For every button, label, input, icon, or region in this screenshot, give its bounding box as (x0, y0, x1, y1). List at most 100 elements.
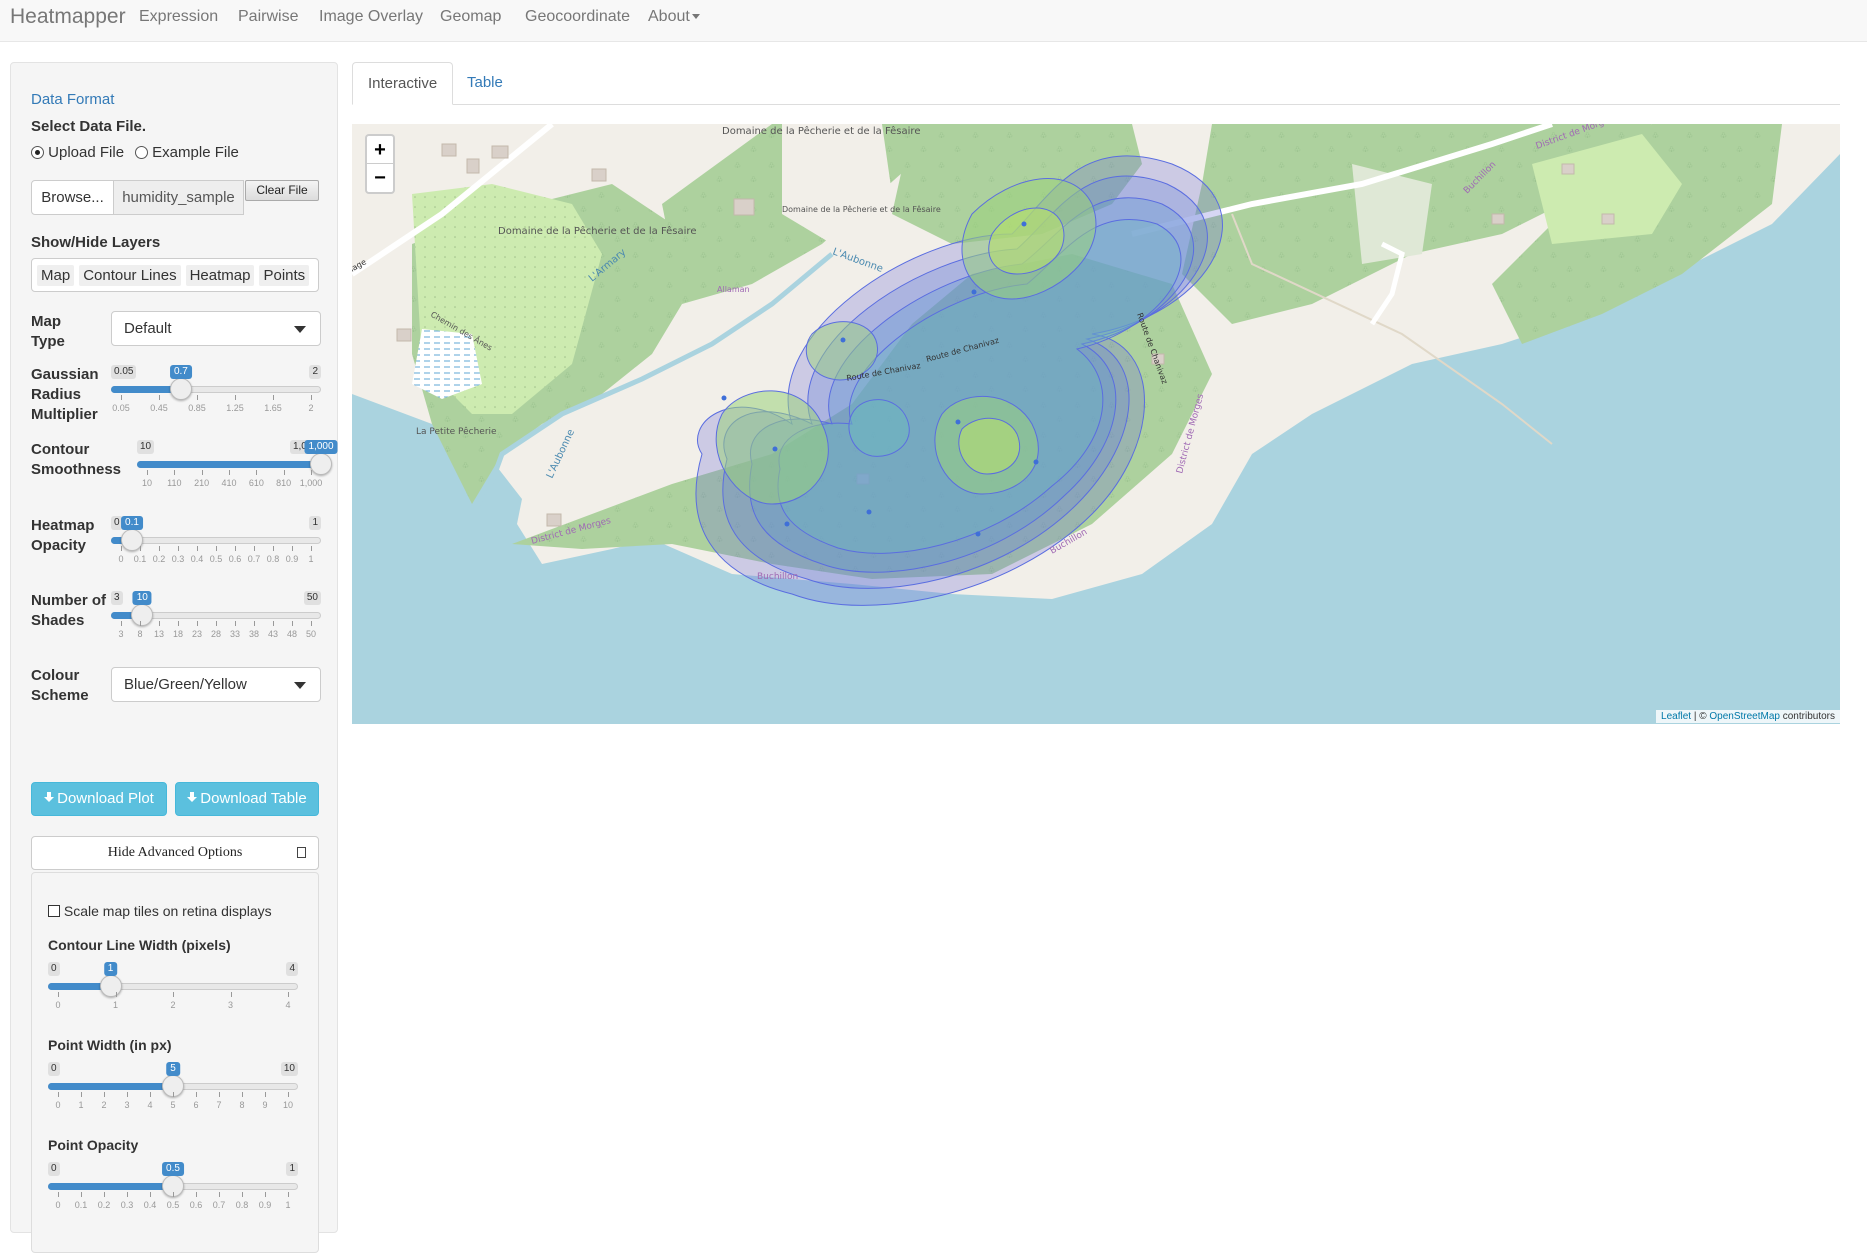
gaussian-slider[interactable]: 0.05 2 0.7 0.05 0.45 0.85 1.25 1.65 2 (111, 365, 321, 417)
slider-tick-label: 0.1 (74, 1200, 88, 1210)
nav-image-overlay[interactable]: Image Overlay (319, 8, 423, 26)
slider-tick (159, 395, 160, 400)
slider-tick-label: 1.25 (226, 403, 244, 413)
slider-tick-label: 50 (305, 629, 317, 639)
map-type-select[interactable]: Default (111, 311, 321, 346)
radio-checked-icon (31, 146, 44, 159)
slider-min-label: 0 (48, 1162, 60, 1176)
zoom-in-button[interactable]: + (367, 136, 393, 164)
slider-tick-label: 1 (78, 1100, 84, 1110)
point-opacity-slider[interactable]: 0 1 0.5 0 0.1 0.2 0.3 0.4 0.5 0.6 0.7 0.8 0.9 1 (48, 1162, 298, 1214)
browse-button[interactable]: Browse... (31, 180, 114, 215)
scale-tiles-checkbox[interactable]: Scale map tiles on retina displays (48, 903, 272, 919)
tab-table[interactable]: Table (452, 62, 518, 105)
line-width-label: Contour Line Width (pixels) (48, 937, 231, 953)
layer-chip-map[interactable]: Map (37, 265, 75, 286)
zoom-out-button[interactable]: − (367, 164, 393, 192)
map-view[interactable]: ♧ ♧ (352, 124, 1840, 724)
slider-tick-label: 1.65 (264, 403, 282, 413)
contour-smoothness-slider[interactable]: 101,0001,000101102104106108101,000 (137, 440, 338, 492)
nav-expression[interactable]: Expression (139, 8, 218, 26)
upload-file-radio[interactable]: Upload File (31, 144, 124, 161)
example-file-radio[interactable]: Example File (135, 144, 239, 161)
radio-unchecked-icon (135, 146, 148, 159)
slider-tick-label: 610 (248, 478, 264, 488)
slider-tick-label: 0.4 (143, 1200, 157, 1210)
slider-tick (265, 1092, 266, 1097)
colour-scheme-label: Colour Scheme (31, 667, 89, 704)
nav-pairwise[interactable]: Pairwise (238, 8, 298, 26)
slider-tick-label: 3 (118, 629, 124, 639)
heatmap-opacity-slider[interactable]: 0 1 0.1 0 0.1 0.2 0.3 0.4 0.5 0.6 0.7 0.8 0.9 1 (111, 516, 321, 568)
slider-tick-label: 18 (172, 629, 184, 639)
map-attribution: Leaflet | © OpenStreetMap contributors (1656, 710, 1840, 723)
layers-multiselect[interactable]: Map Contour Lines Heatmap Points (31, 258, 319, 292)
slider-tick (288, 1192, 289, 1197)
colour-scheme-select[interactable]: Blue/Green/Yellow (111, 667, 321, 702)
clear-file-button[interactable]: Clear File (245, 180, 319, 201)
slider-tick-label: 28 (210, 629, 222, 639)
nav-about-label: About (648, 8, 690, 25)
slider-value-label: 1,000 (304, 440, 338, 454)
line-width-slider[interactable]: 0 4 1 0 1 2 3 4 (48, 962, 298, 1014)
tab-interactive[interactable]: Interactive (352, 62, 454, 105)
slider-tick (196, 1092, 197, 1097)
slider-tick-label: 8 (137, 629, 143, 639)
leaflet-link[interactable]: Leaflet (1661, 711, 1691, 722)
slider-value-label: 5 (166, 1062, 180, 1076)
layer-chip-contour-lines[interactable]: Contour Lines (79, 265, 181, 286)
download-plot-button[interactable]: Download Plot (31, 782, 167, 816)
nav-geocoordinate[interactable]: Geocoordinate (525, 8, 630, 26)
nav-geomap[interactable]: Geomap (440, 8, 501, 26)
slider-tick (216, 546, 217, 551)
slider-tick (235, 395, 236, 400)
map-canvas[interactable]: ♧ ♧ (352, 124, 1840, 724)
slider-handle[interactable] (169, 378, 192, 400)
data-format-link[interactable]: Data Format (31, 91, 114, 108)
slider-tick (178, 621, 179, 626)
slider-tick (273, 395, 274, 400)
hide-advanced-label: Hide Advanced Options (107, 845, 243, 860)
slider-handle[interactable] (131, 604, 154, 626)
slider-tick (127, 1192, 128, 1197)
layer-chip-points[interactable]: Points (259, 265, 310, 286)
layer-chip-heatmap[interactable]: Heatmap (185, 265, 255, 286)
label-petite-pecherie: La Petite Pêcherie (416, 426, 497, 437)
slider-tick-label: 48 (286, 629, 298, 639)
nav-about[interactable]: About (648, 8, 700, 26)
slider-max-label: 10 (280, 1062, 298, 1076)
attribution-contributors: contributors (1779, 711, 1835, 722)
number-of-shades-label: Number of Shades (31, 592, 106, 629)
slider-min-label: 10 (137, 440, 155, 454)
osm-link[interactable]: OpenStreetMap (1709, 711, 1780, 722)
slider-tick (292, 546, 293, 551)
slider-fill (137, 461, 321, 468)
slider-tick-label: 410 (221, 478, 237, 488)
slider-tick-label: 0.85 (188, 403, 206, 413)
file-name-field: humidity_sample (113, 180, 244, 215)
slider-tick (121, 395, 122, 400)
slider-handle[interactable] (99, 975, 122, 997)
number-of-shades-slider[interactable]: 3 50 10 3 8 13 18 23 28 33 38 43 48 50 (111, 591, 321, 643)
slider-max-label: 1 (286, 1162, 298, 1176)
slider-tick (283, 470, 285, 475)
point-width-slider[interactable]: 0 10 5 0 1 2 3 4 5 6 7 8 9 10 (48, 1062, 298, 1114)
slider-max-label: 4 (286, 962, 298, 976)
slider-tick (292, 621, 293, 626)
slider-tick-label: 110 (167, 478, 182, 488)
slider-tick (235, 621, 236, 626)
download-table-button[interactable]: Download Table (175, 782, 319, 816)
brand-logo[interactable]: Heatmapper (10, 5, 126, 29)
slider-tick (58, 992, 59, 997)
label-domaine-2: Domaine de la Pêcherie et de la Fêsaire (722, 125, 920, 137)
slider-tick-label: 0.9 (285, 554, 299, 564)
slider-fill (48, 1183, 173, 1190)
slider-tick (256, 470, 258, 475)
checkbox-icon (48, 905, 60, 917)
slider-tick (197, 546, 198, 551)
slider-tick-label: 0.7 (247, 554, 261, 564)
slider-value-label: 10 (132, 591, 152, 605)
slider-handle[interactable] (310, 453, 332, 475)
slider-tick (201, 470, 203, 475)
hide-advanced-options-button[interactable]: Hide Advanced Options (31, 836, 319, 870)
